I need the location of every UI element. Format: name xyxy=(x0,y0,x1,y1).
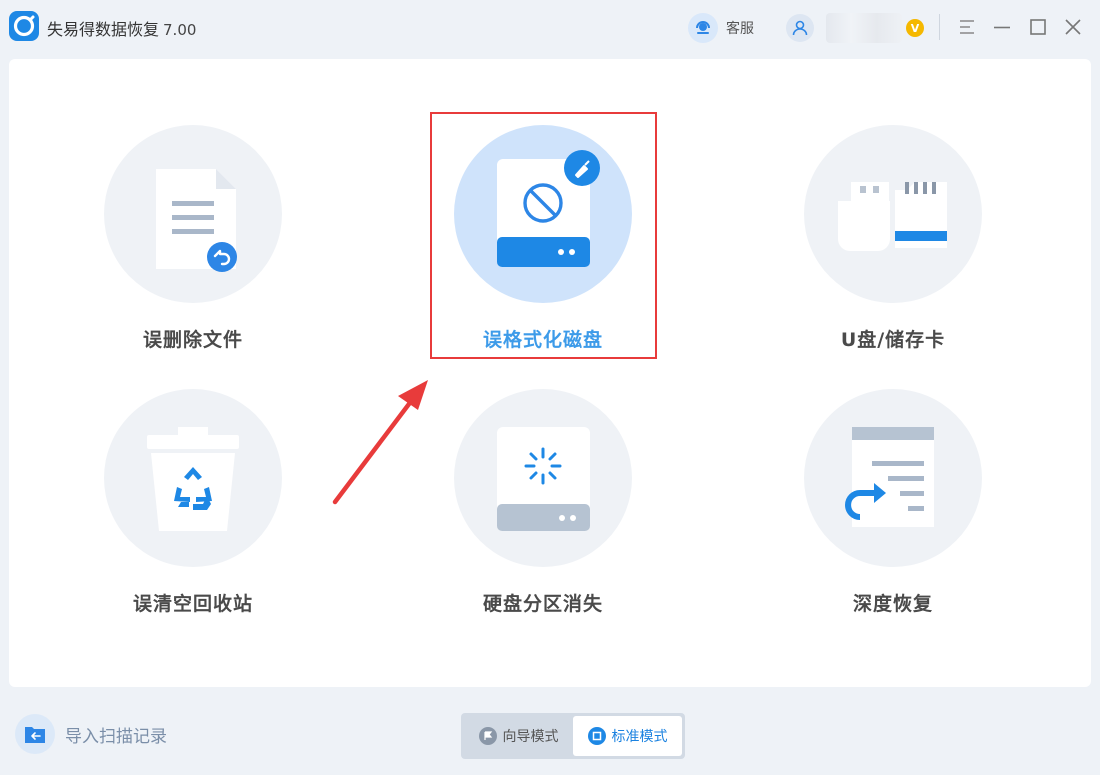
flag-icon xyxy=(478,727,497,745)
tile-label: 误清空回收站 xyxy=(132,593,253,615)
menu-icon xyxy=(960,20,974,34)
headset-icon xyxy=(688,13,718,43)
tile-recycle-bin[interactable]: 误清空回收站 xyxy=(93,389,293,629)
folder-import-icon xyxy=(15,714,55,754)
minimize-button[interactable] xyxy=(991,16,1013,38)
close-button[interactable] xyxy=(1062,16,1084,38)
tile-lost-partition[interactable]: 硬盘分区消失 xyxy=(443,389,643,629)
close-icon xyxy=(1065,19,1081,35)
title-bar: 失易得数据恢复 7.00 客服 V xyxy=(0,0,1100,56)
user-account[interactable]: V xyxy=(786,13,924,43)
tile-deep-recovery[interactable]: 深度恢复 xyxy=(793,389,993,629)
tile-usb-sdcard[interactable]: U盘/储存卡 xyxy=(793,125,993,365)
mode-label: 向导模式 xyxy=(502,729,559,745)
tile-label: 误删除文件 xyxy=(142,329,243,351)
usb-sdcard-icon xyxy=(804,125,982,303)
tile-label: 深度恢复 xyxy=(852,593,933,615)
app-logo-icon xyxy=(9,11,39,41)
masked-username xyxy=(826,13,902,43)
vip-badge-icon: V xyxy=(906,19,924,37)
app-name: 失易得数据恢复 xyxy=(47,20,160,39)
app-title: 失易得数据恢复 7.00 xyxy=(47,16,196,40)
import-scan-record-button[interactable]: 导入扫描记录 xyxy=(15,714,167,754)
standard-mode-tab[interactable]: 标准模式 xyxy=(573,716,682,756)
app-version: 7.00 xyxy=(163,21,197,39)
tile-deleted-files[interactable]: 误删除文件 xyxy=(93,125,293,365)
deleted-file-icon xyxy=(104,125,282,303)
support-button[interactable]: 客服 xyxy=(688,13,754,43)
tile-label: 误格式化磁盘 xyxy=(482,329,603,351)
mode-switch: 向导模式 标准模式 xyxy=(461,713,685,759)
support-label: 客服 xyxy=(726,21,754,37)
tile-label: 硬盘分区消失 xyxy=(482,593,603,615)
deep-recovery-icon xyxy=(804,389,982,567)
recycle-bin-icon xyxy=(104,389,282,567)
tile-label: U盘/储存卡 xyxy=(840,329,946,351)
maximize-button[interactable] xyxy=(1027,16,1049,38)
maximize-icon xyxy=(1030,19,1046,35)
wizard-mode-tab[interactable]: 向导模式 xyxy=(464,716,573,756)
tile-formatted-disk[interactable]: 误格式化磁盘 xyxy=(443,125,643,365)
formatted-disk-icon xyxy=(454,125,632,303)
pointer-arrow-icon xyxy=(332,380,428,505)
mode-label: 标准模式 xyxy=(611,729,668,745)
title-separator xyxy=(939,14,940,40)
lost-partition-icon xyxy=(454,389,632,567)
import-label: 导入扫描记录 xyxy=(65,726,167,747)
user-avatar-icon xyxy=(786,14,814,42)
menu-button[interactable] xyxy=(956,16,978,38)
window-icon xyxy=(587,727,606,745)
minimize-icon xyxy=(994,26,1010,29)
